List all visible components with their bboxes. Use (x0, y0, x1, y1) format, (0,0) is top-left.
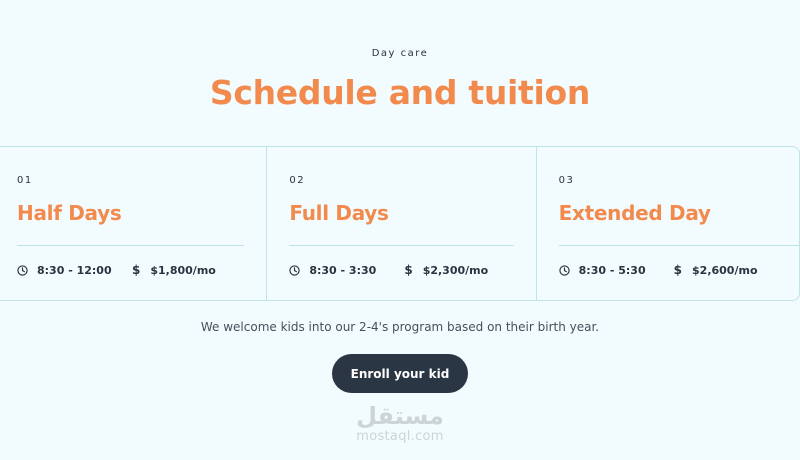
plan-number: 01 (17, 175, 33, 186)
clock-icon (17, 264, 28, 276)
watermark-text: mostaql.com (356, 429, 444, 444)
dollar-icon: $ (673, 263, 683, 277)
plan-title: Extended Day (558, 201, 711, 225)
dollar-icon: $ (404, 263, 413, 277)
watermark-mark: مستقل (356, 402, 444, 430)
plan-time: 8:30 - 5:30 (578, 263, 646, 277)
clock-icon (289, 264, 301, 276)
plan-time: 8:30 - 12:00 (37, 263, 112, 277)
plan-price: $2,600/mo (692, 263, 758, 277)
plan-cards: 01 Half Days 8:30 - 12:00 $ $1,800/mo 02… (0, 146, 800, 301)
plan-number: 03 (558, 175, 575, 186)
plan-title: Full Days (289, 201, 389, 225)
plan-time: 8:30 - 3:30 (309, 263, 377, 277)
enrollment-note: We welcome kids into our 2-4's program b… (200, 320, 600, 334)
plan-meta: 8:30 - 5:30 $ $2,600/mo (558, 263, 758, 277)
enroll-button[interactable]: Enroll your kid (332, 354, 468, 393)
page-title: Schedule and tuition (209, 73, 591, 112)
plan-divider (289, 245, 514, 246)
plan-divider (17, 245, 245, 246)
plan-number: 02 (289, 175, 306, 186)
plan-card-extended-day: 03 Extended Day 8:30 - 5:30 $ $2,600/mo (535, 147, 799, 300)
plan-meta: 8:30 - 12:00 $ $1,800/mo (17, 263, 216, 277)
plan-card-full-days: 02 Full Days 8:30 - 3:30 $ $2,300/mo (266, 147, 535, 300)
plan-card-half-days: 01 Half Days 8:30 - 12:00 $ $1,800/mo (0, 147, 266, 300)
watermark-logo: مستقل mostaql.com (340, 402, 460, 444)
plan-price: $2,300/mo (422, 263, 489, 277)
plan-meta: 8:30 - 3:30 $ $2,300/mo (289, 263, 488, 277)
plan-divider (558, 245, 799, 246)
plan-price: $1,800/mo (150, 263, 216, 277)
dollar-icon: $ (132, 263, 141, 277)
section-eyebrow: Day care (371, 48, 429, 59)
clock-icon (558, 264, 570, 276)
plan-title: Half Days (17, 201, 122, 225)
